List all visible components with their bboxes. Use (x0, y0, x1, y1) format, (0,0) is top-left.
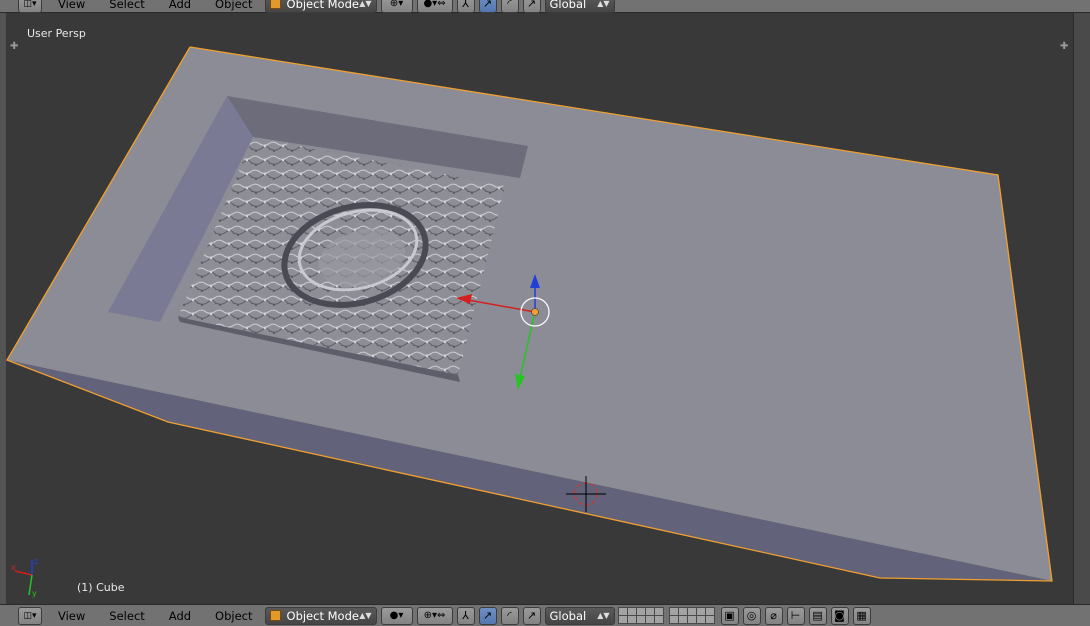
3d-scene[interactable]: z x y (0, 0, 1090, 625)
pivot-selector[interactable]: ⊕▾⇔ (416, 606, 453, 625)
orientation-selector[interactable]: Global ▲▼ (544, 606, 615, 625)
menu-select[interactable]: Select (109, 0, 144, 11)
properties-toggle-icon[interactable]: ✚ (1060, 41, 1068, 52)
orientation-label: Global (549, 608, 587, 623)
object-mode-icon (269, 0, 281, 9)
layer-lock-icon[interactable]: ▣ (720, 606, 739, 625)
svg-text:y: y (32, 589, 37, 598)
menu-select[interactable]: Select (109, 609, 144, 623)
object-mode-icon (269, 610, 281, 621)
chevron-down-icon: ▲▼ (359, 0, 372, 8)
translate-manipulator-icon[interactable]: ↗ (478, 0, 497, 13)
orientation-axes-icon: z x y (11, 557, 38, 598)
editor-type-button[interactable]: ◫▾ (18, 0, 42, 13)
toolshelf-toggle-icon[interactable]: ✚ (10, 41, 18, 52)
object-origin (531, 308, 539, 316)
mode-label: Object Mode (286, 608, 359, 623)
menu-view[interactable]: View (58, 0, 85, 11)
svg-text:z: z (34, 557, 38, 566)
camera-icon[interactable]: ◙ (830, 606, 849, 625)
mode-label: Object Mode (286, 0, 359, 11)
manipulator-toggle-icon[interactable]: ⅄ (456, 0, 475, 13)
orientation-selector[interactable]: Global ▲▼ (544, 0, 615, 13)
chevron-down-icon: ▲▼ (597, 611, 610, 620)
chevron-down-icon: ▲▼ (597, 0, 610, 8)
menu-add[interactable]: Add (169, 0, 191, 11)
menu-add[interactable]: Add (169, 609, 191, 623)
svg-text:x: x (11, 563, 16, 572)
mode-selector[interactable]: Object Mode ▲▼ (264, 0, 377, 13)
snap-target-icon[interactable]: ⊢ (786, 606, 805, 625)
layer-buttons[interactable] (617, 606, 664, 624)
shading-selector[interactable]: ⊕▾ (380, 0, 413, 13)
manipulator-toggle-icon[interactable]: ⅄ (456, 606, 475, 625)
editor-type-button[interactable]: ◫▾ (18, 606, 42, 625)
mode-selector[interactable]: Object Mode ▲▼ (264, 606, 377, 625)
scale-manipulator-icon[interactable]: ↗ (522, 606, 541, 625)
rotate-manipulator-icon[interactable]: ◜ (500, 0, 519, 13)
menu-view[interactable]: View (58, 609, 85, 623)
chevron-down-icon: ▲▼ (359, 611, 372, 620)
translate-manipulator-icon[interactable]: ↗ (478, 606, 497, 625)
top-header: ◫▾ View Select Add Object Object Mode ▲▼ … (0, 0, 1090, 13)
render-opengl-icon[interactable]: ▤ (808, 606, 827, 625)
snap-toggle-icon[interactable]: ⌀ (764, 606, 783, 625)
orientation-label: Global (549, 0, 587, 11)
layer-buttons-2[interactable] (668, 606, 715, 624)
proportional-edit-icon[interactable]: ◎ (742, 606, 761, 625)
bottom-header: ◫▾ View Select Add Object Object Mode ▲▼ … (0, 604, 1090, 626)
clapperboard-icon[interactable]: ▦ (852, 606, 871, 625)
pivot-selector[interactable]: ●▾⇔ (416, 0, 453, 13)
view-label: User Persp (27, 27, 86, 40)
scale-manipulator-icon[interactable]: ↗ (522, 0, 541, 13)
active-object-label: (1) Cube (77, 581, 125, 594)
shading-selector[interactable]: ●▾ (380, 606, 413, 625)
menu-object[interactable]: Object (215, 609, 252, 623)
menu-object[interactable]: Object (215, 0, 252, 11)
rotate-manipulator-icon[interactable]: ◜ (500, 606, 519, 625)
